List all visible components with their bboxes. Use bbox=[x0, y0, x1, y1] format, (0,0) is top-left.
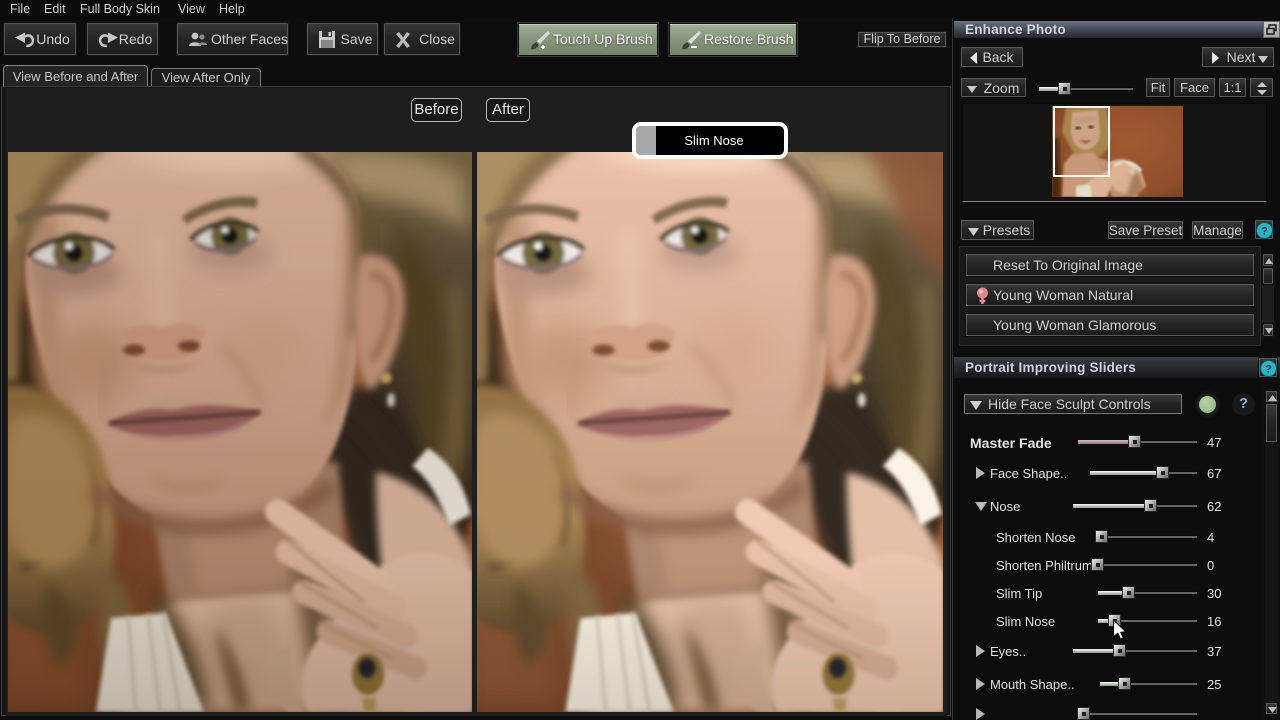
svg-text:?: ? bbox=[1265, 364, 1272, 376]
svg-text:?: ? bbox=[1261, 226, 1268, 238]
